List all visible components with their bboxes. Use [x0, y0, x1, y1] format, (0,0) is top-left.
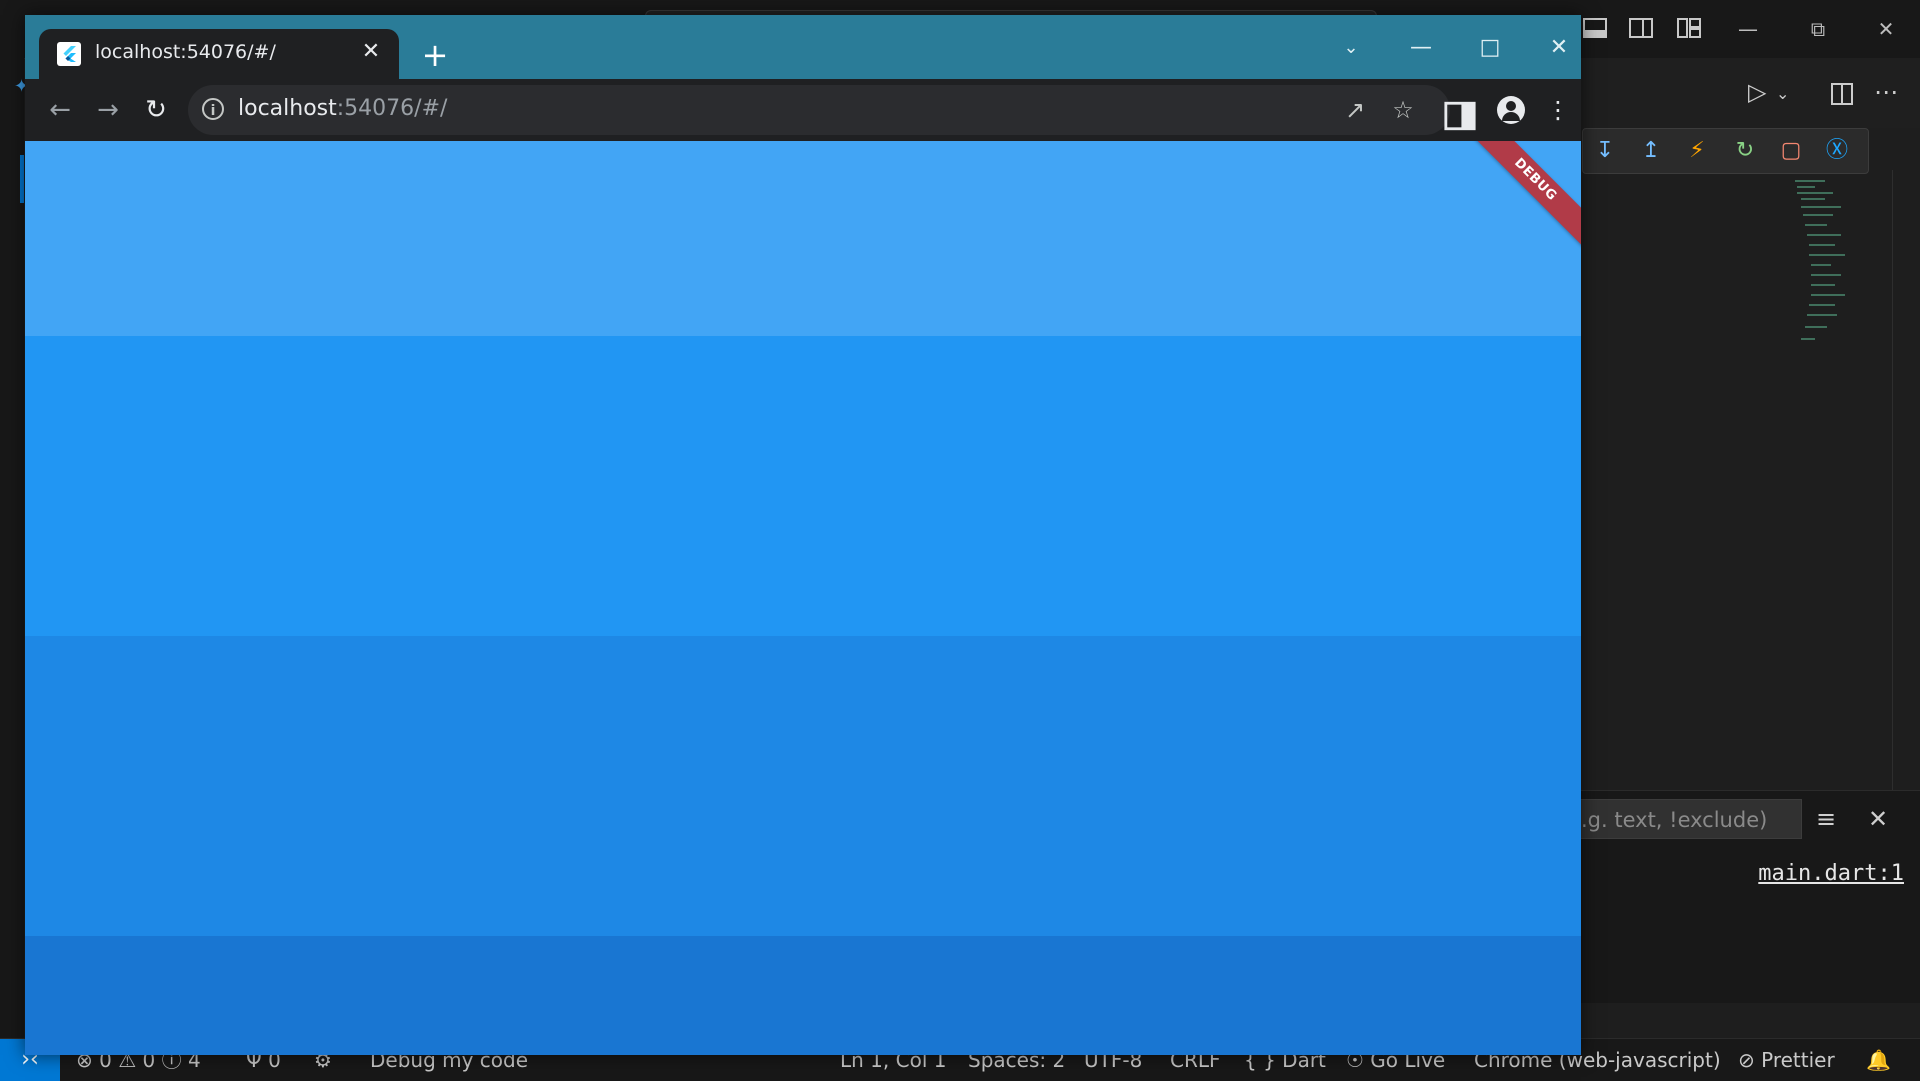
prettier-status[interactable]: ⊘ Prettier — [1738, 1039, 1835, 1081]
plus-icon[interactable]: + — [417, 37, 453, 73]
toggle-panel-icon[interactable] — [1582, 16, 1608, 40]
editor-scrollbar[interactable] — [1892, 170, 1893, 790]
step-out-icon[interactable]: ↥ — [1637, 137, 1665, 165]
source-link[interactable]: main.dart:1 — [1758, 861, 1904, 886]
debug-toolbar: ↧ ↥ ⚡ ↻ ▢ Ⓧ — [1582, 128, 1869, 174]
color-band-2 — [25, 336, 1581, 636]
tab-search-chevron-icon[interactable]: ⌄ — [1336, 33, 1366, 63]
kebab-menu-icon[interactable]: ⋮ — [1541, 93, 1575, 127]
run-icon[interactable]: ▷ — [1748, 78, 1766, 106]
arrow-left-icon[interactable]: ← — [43, 93, 77, 127]
minimap[interactable] — [1795, 180, 1845, 345]
profile-icon[interactable] — [1497, 96, 1525, 124]
prettier-disabled-icon: ⊘ — [1738, 1048, 1755, 1072]
prettier-label: Prettier — [1761, 1048, 1835, 1072]
activity-indicator — [20, 155, 24, 203]
filter-placeholder: .g. text, !exclude) — [1581, 808, 1768, 832]
notifications-bell-icon[interactable]: 🔔 — [1866, 1039, 1891, 1081]
chevron-down-icon[interactable]: ⌄ — [1776, 84, 1789, 103]
flutter-devtools-icon[interactable]: Ⓧ — [1823, 137, 1851, 165]
flutter-icon — [57, 42, 81, 66]
editor-actions: ▷ ⌄ ⋯ — [1580, 58, 1920, 128]
customize-layout-icon[interactable] — [1676, 16, 1702, 40]
step-into-icon[interactable]: ↧ — [1591, 137, 1619, 165]
tab-strip: localhost:54076/#/ ✕ + ⌄ — □ ✕ — [25, 15, 1581, 79]
maximize-icon[interactable]: □ — [1475, 33, 1505, 63]
side-panel-icon[interactable] — [1443, 99, 1477, 133]
clear-console-icon[interactable]: ≡ — [1816, 805, 1836, 833]
toggle-secondary-sidebar-icon[interactable] — [1628, 16, 1654, 40]
close-panel-icon[interactable]: ✕ — [1868, 805, 1888, 833]
vscode-restore-icon[interactable]: ⧉ — [1803, 14, 1833, 44]
close-icon[interactable]: ✕ — [357, 38, 385, 66]
hot-reload-icon[interactable]: ⚡ — [1683, 137, 1711, 165]
color-band-3 — [25, 636, 1581, 936]
browser-toolbar: ← → ↻ i localhost:54076/#/ ↗ ☆ ⋮ — [25, 79, 1581, 141]
window-close-icon[interactable]: ✕ — [1544, 33, 1574, 63]
activity-bar: ✦ — [0, 58, 29, 1038]
address-bar[interactable]: i localhost:54076/#/ ↗ ☆ — [188, 85, 1450, 135]
url-path: :54076/#/ — [336, 96, 448, 121]
star-icon[interactable]: ☆ — [1389, 96, 1417, 124]
restart-icon[interactable]: ↻ — [1731, 137, 1759, 165]
debug-console-panel: .g. text, !exclude) ≡ ✕ main.dart:1 — [1580, 790, 1920, 1003]
color-band-1 — [25, 141, 1581, 336]
color-band-4 — [25, 936, 1581, 1055]
more-actions-icon[interactable]: ⋯ — [1874, 78, 1898, 106]
flutter-app-viewport: DEBUG — [25, 141, 1581, 1055]
stop-icon[interactable]: ▢ — [1777, 137, 1805, 165]
chrome-window: localhost:54076/#/ ✕ + ⌄ — □ ✕ ← → ↻ i l… — [25, 15, 1581, 1055]
url-host: localhost — [238, 96, 337, 121]
info-icon[interactable]: i — [202, 98, 224, 120]
split-editor-icon[interactable] — [1830, 82, 1854, 106]
tab-title: localhost:54076/#/ — [95, 41, 276, 63]
arrow-right-icon[interactable]: → — [91, 93, 125, 127]
console-filter-input[interactable]: .g. text, !exclude) — [1580, 799, 1802, 839]
browser-tab[interactable]: localhost:54076/#/ ✕ — [39, 29, 399, 79]
address-url[interactable]: localhost:54076/#/ — [238, 96, 447, 121]
minimize-icon[interactable]: — — [1406, 33, 1436, 63]
vscode-minimize-icon[interactable]: — — [1733, 14, 1763, 44]
vscode-close-icon[interactable]: ✕ — [1871, 14, 1901, 44]
reload-icon[interactable]: ↻ — [139, 93, 173, 127]
share-icon[interactable]: ↗ — [1341, 96, 1369, 124]
